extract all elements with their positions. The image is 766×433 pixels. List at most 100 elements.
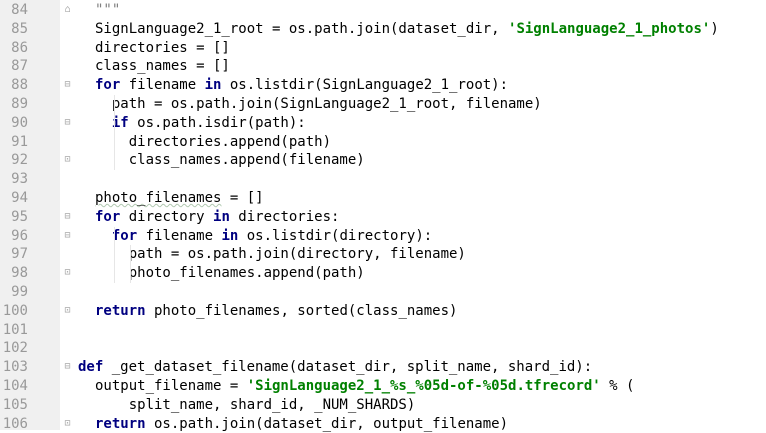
line-number: 103: [2, 359, 28, 376]
code-token: SignLanguage2_1_root = os.path.join(data…: [95, 20, 509, 37]
code-token: directories:: [229, 208, 340, 225]
line-number: 92: [11, 152, 28, 169]
code-line[interactable]: 85 SignLanguage2_1_root = os.path.join(da…: [0, 20, 766, 39]
code-token: photo_filenames: [95, 190, 222, 206]
code-line[interactable]: 104 output_filename = 'SignLanguage2_1_%s…: [0, 377, 766, 396]
line-number: 84: [11, 2, 28, 18]
code-text: for filename in os.listdir(directory):: [95, 227, 432, 246]
code-token: class_names.append(filename): [95, 152, 365, 169]
line-number: 102: [2, 340, 28, 357]
line-number: 91: [11, 133, 28, 150]
code-token: directories = []: [95, 39, 230, 56]
code-line[interactable]: 84 ⌂ """: [0, 1, 766, 20]
code-token: filename: [137, 227, 222, 244]
fold-marker-icon[interactable]: ⊡: [63, 264, 72, 283]
code-text: output_filename = 'SignLanguage2_1_%s_%0…: [95, 377, 634, 396]
line-number: 101: [2, 321, 28, 338]
code-text: def _get_dataset_filename(dataset_dir, s…: [78, 358, 592, 377]
indent-guide: [114, 95, 115, 171]
code-text: photo_filenames = []: [95, 189, 264, 208]
code-line[interactable]: 87 class_names = []: [0, 57, 766, 76]
code-token: directory: [120, 208, 214, 225]
line-number: 100: [2, 302, 28, 319]
code-token: path = os.path.join(directory, filename): [95, 246, 466, 263]
code-line[interactable]: 88 ⊟ for filename in os.listdir(SignLangua…: [0, 76, 766, 95]
code-text: SignLanguage2_1_root = os.path.join(data…: [95, 20, 719, 39]
line-number: 104: [2, 378, 28, 394]
code-line[interactable]: 105 split_name, shard_id, _NUM_SHARDS): [0, 396, 766, 415]
line-number: 90: [11, 114, 28, 131]
line-number: 87: [11, 58, 28, 75]
keyword-token: in: [221, 227, 239, 244]
keyword-token: def: [78, 359, 104, 376]
code-line[interactable]: 93: [0, 170, 766, 189]
keyword-token: in: [213, 208, 230, 225]
code-text: split_name, shard_id, _NUM_SHARDS): [95, 396, 416, 415]
keyword-token: return: [95, 415, 146, 432]
code-token: % (: [600, 378, 635, 394]
line-number: 99: [11, 284, 28, 300]
fold-marker-icon[interactable]: ⊟: [63, 76, 72, 95]
code-text: return photo_filenames, sorted(class_nam…: [95, 302, 457, 321]
code-token: class_names = []: [95, 58, 230, 75]
code-token: path = os.path.join(SignLanguage2_1_root…: [95, 96, 542, 112]
indent-guide: [114, 226, 115, 283]
code-line[interactable]: 94 photo_filenames = []: [0, 189, 766, 208]
code-text: """: [95, 1, 120, 20]
code-text: for filename in os.listdir(SignLanguage2…: [95, 76, 508, 95]
code-token: ): [710, 20, 719, 37]
keyword-token: in: [204, 77, 222, 94]
line-number: 88: [11, 77, 28, 94]
line-number: 89: [11, 96, 28, 112]
indent-guide: [130, 245, 131, 283]
code-token: output_filename =: [95, 378, 247, 394]
fold-marker-icon[interactable]: ⊟: [63, 208, 72, 227]
code-token: photo_filenames.append(path): [95, 265, 365, 282]
line-number: 96: [11, 227, 28, 244]
keyword-token: return: [95, 302, 146, 319]
fold-marker-icon[interactable]: ⊟: [63, 358, 72, 377]
code-text: class_names.append(filename): [95, 151, 365, 170]
fold-marker-icon[interactable]: ⊡: [63, 151, 72, 170]
code-line[interactable]: 103 ⊟ def _get_dataset_filename(dataset_di…: [0, 358, 766, 377]
line-number: 95: [11, 208, 28, 225]
code-token: os.path.isdir(path):: [128, 114, 306, 131]
fold-marker-icon[interactable]: ⊟: [63, 114, 72, 133]
line-number: 85: [11, 20, 28, 37]
code-token: _get_dataset_filename(dataset_dir, split…: [103, 359, 593, 376]
string-token: 'SignLanguage2_1_photos': [508, 20, 711, 37]
code-text: class_names = []: [95, 57, 230, 76]
code-line[interactable]: 99: [0, 283, 766, 302]
code-text: return os.path.join(dataset_dir, output_…: [95, 415, 508, 433]
code-text: directories = []: [95, 39, 230, 58]
code-editor[interactable]: 84 ⌂ """ 85 SignLanguage2_1_root = os.path.j…: [0, 0, 766, 433]
code-line[interactable]: 95 ⊟ for directory in directories:: [0, 208, 766, 227]
code-text: for directory in directories:: [95, 208, 339, 227]
code-text: path = os.path.join(SignLanguage2_1_root…: [95, 95, 542, 114]
line-number: 86: [11, 39, 28, 56]
keyword-token: for: [95, 208, 121, 225]
code-token: filename: [120, 77, 205, 94]
line-number: 98: [11, 265, 28, 282]
code-text: directories.append(path): [95, 133, 331, 152]
code-line[interactable]: 86 directories = []: [0, 39, 766, 58]
line-number: 97: [11, 246, 28, 263]
code-line[interactable]: 100 ⊡ return photo_filenames, sorted(class…: [0, 302, 766, 321]
code-token: os.listdir(directory):: [238, 227, 433, 244]
code-line[interactable]: 106 ⊡ return os.path.join(dataset_dir, out…: [0, 415, 766, 433]
code-token: = []: [221, 190, 264, 206]
code-token: os.listdir(SignLanguage2_1_root):: [221, 77, 509, 94]
fold-marker-icon[interactable]: ⌂: [63, 1, 72, 20]
line-number: 93: [11, 171, 28, 188]
fold-marker-icon[interactable]: ⊡: [63, 302, 72, 321]
fold-marker-icon[interactable]: ⊟: [63, 227, 72, 246]
code-line[interactable]: 101: [0, 321, 766, 340]
fold-marker-icon[interactable]: ⊡: [63, 415, 72, 433]
code-text: photo_filenames.append(path): [95, 264, 365, 283]
code-token: """: [95, 2, 121, 18]
code-text: if os.path.isdir(path):: [95, 114, 306, 133]
string-token: 'SignLanguage2_1_%s_%05d-of-%05d.tfrecor…: [246, 378, 601, 394]
code-line[interactable]: 102: [0, 339, 766, 358]
